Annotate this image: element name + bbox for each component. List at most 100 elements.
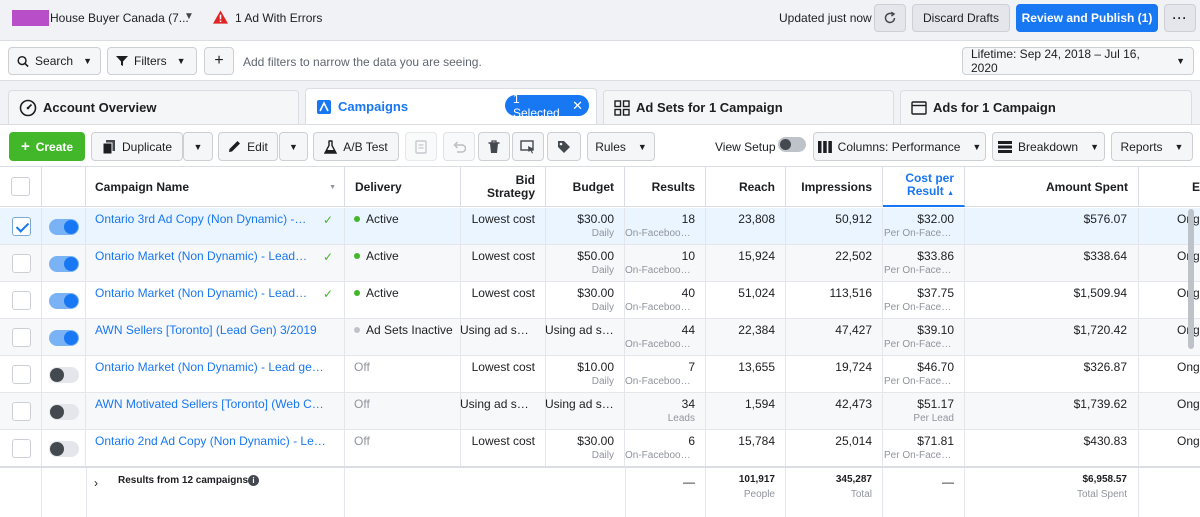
header-budget[interactable]: Budget — [546, 167, 625, 207]
info-icon[interactable]: i — [248, 475, 259, 486]
campaign-toggle[interactable] — [49, 404, 79, 420]
summary-spent: $6,958.57 — [1082, 474, 1128, 485]
more-options-button[interactable]: ··· — [1164, 4, 1196, 32]
table-row[interactable]: Ontario 3rd Ad Copy (Non Dynamic) - Lead… — [0, 208, 1200, 245]
header-ends[interactable]: E — [1139, 167, 1200, 207]
vertical-scrollbar[interactable] — [1188, 209, 1194, 349]
campaign-name-link[interactable]: Ontario Market (Non Dynamic) - Lead gen — [95, 249, 309, 263]
row-checkbox[interactable] — [12, 402, 31, 421]
reports-label: Reports — [1120, 139, 1163, 154]
row-checkbox[interactable] — [12, 439, 31, 458]
row-checkbox[interactable] — [12, 328, 31, 347]
chevron-down-icon: ▼ — [637, 141, 647, 152]
row-checkbox[interactable] — [12, 365, 31, 384]
row-checkbox[interactable] — [12, 254, 31, 273]
row-toggle-cell — [42, 356, 86, 393]
campaign-name-link[interactable]: Ontario Market (Non Dynamic) - Lead gene… — [95, 360, 327, 374]
rules-button[interactable]: Rules ▼ — [587, 132, 655, 161]
export-button[interactable] — [405, 132, 437, 161]
campaign-toggle[interactable] — [49, 293, 79, 309]
create-button[interactable]: + Create — [9, 132, 85, 161]
undo-icon — [453, 140, 466, 153]
impressions-value: 25,014 — [835, 434, 872, 448]
campaign-name-link[interactable]: AWN Motivated Sellers [Toronto] (Web Con… — [95, 397, 327, 411]
row-spent-cell: $1,720.42 — [965, 319, 1139, 356]
tag-button[interactable] — [547, 132, 581, 161]
selected-count-badge[interactable]: 1 Selected ✕ — [505, 92, 589, 120]
table-row[interactable]: AWN Motivated Sellers [Toronto] (Web Con… — [0, 393, 1200, 430]
ad-errors-link[interactable]: 1 Ad With Errors — [235, 11, 322, 25]
account-name[interactable]: House Buyer Canada (7... — [50, 11, 189, 25]
date-range-button[interactable]: Lifetime: Sep 24, 2018 – Jul 16, 2020 ▼ — [962, 47, 1194, 75]
cpr-sub: Per On-Facebook Lead — [884, 339, 954, 350]
campaign-name-link[interactable]: Ontario 2nd Ad Copy (Non Dynamic) - Lead… — [95, 434, 327, 448]
header-impressions[interactable]: Impressions — [786, 167, 883, 207]
discard-drafts-button[interactable]: Discard Drafts — [912, 4, 1010, 32]
table-row[interactable]: Ontario 2nd Ad Copy (Non Dynamic) - Lead… — [0, 430, 1200, 467]
row-checkbox[interactable] — [12, 217, 31, 236]
duplicate-label: Duplicate — [121, 139, 173, 154]
review-publish-button[interactable]: Review and Publish (1) — [1016, 4, 1158, 32]
preview-button[interactable] — [512, 132, 544, 161]
row-reach-cell: 1,594 — [706, 393, 786, 430]
campaign-name-link[interactable]: AWN Sellers [Toronto] (Lead Gen) 3/2019 — [95, 323, 327, 337]
chevron-down-icon[interactable]: ▼ — [184, 11, 194, 22]
summary-reach-cell: 101,917 People — [706, 468, 786, 517]
header-campaign-name[interactable]: Campaign Name ▼ — [86, 167, 345, 207]
duplicate-button[interactable]: Duplicate — [91, 132, 183, 161]
campaign-toggle[interactable] — [49, 219, 79, 235]
impressions-value: 42,473 — [835, 397, 872, 411]
row-name-cell: Ontario Market (Non Dynamic) - Lead gen ✓ — [86, 282, 345, 319]
status-dot — [354, 216, 360, 222]
header-reach[interactable]: Reach — [706, 167, 786, 207]
reports-button[interactable]: Reports ▼ — [1111, 132, 1193, 161]
chevron-down-icon: ▼ — [972, 141, 982, 152]
breakdown-icon — [998, 140, 1013, 153]
tab-account-overview[interactable]: Account Overview — [8, 90, 299, 124]
bid-strategy: Lowest cost — [471, 212, 535, 226]
document-icon — [415, 139, 427, 154]
edit-dropdown[interactable]: ▼ — [279, 132, 308, 161]
tab-ads[interactable]: Ads for 1 Campaign — [900, 90, 1192, 124]
campaign-name-link[interactable]: Ontario Market (Non Dynamic) - Lead gen — [95, 286, 309, 300]
summary-name-cell: › Results from 12 campaigns i — [86, 468, 345, 517]
reach-value: 13,655 — [738, 360, 775, 374]
search-button[interactable]: Search ▼ — [8, 47, 101, 75]
header-cost-per-result[interactable]: Cost per Result ▲ — [883, 167, 965, 207]
table-row[interactable]: Ontario Market (Non Dynamic) - Lead gen ✓… — [0, 282, 1200, 319]
tab-ad-sets[interactable]: Ad Sets for 1 Campaign — [603, 90, 894, 124]
chevron-down-icon: ▼ — [1090, 141, 1099, 152]
select-all-checkbox[interactable] — [11, 177, 30, 196]
chevron-right-icon[interactable]: › — [94, 476, 98, 490]
row-impressions-cell: 50,912 — [786, 208, 883, 245]
header-delivery[interactable]: Delivery — [345, 167, 461, 207]
campaign-toggle[interactable] — [49, 330, 79, 346]
table-row[interactable]: AWN Sellers [Toronto] (Lead Gen) 3/2019 A… — [0, 319, 1200, 356]
cpr-sub: Per Lead — [913, 413, 954, 424]
refresh-button[interactable] — [874, 4, 906, 32]
edit-button[interactable]: Edit — [218, 132, 278, 161]
campaign-toggle[interactable] — [49, 256, 79, 272]
ab-test-button[interactable]: A/B Test — [313, 132, 399, 161]
undo-button[interactable] — [443, 132, 475, 161]
filter-input[interactable]: Add filters to narrow the data you are s… — [243, 55, 482, 69]
header-results[interactable]: Results — [625, 167, 706, 207]
row-cpr-cell: $51.17 Per Lead — [883, 393, 965, 430]
duplicate-dropdown[interactable]: ▼ — [183, 132, 213, 161]
row-checkbox[interactable] — [12, 291, 31, 310]
campaign-name-link[interactable]: Ontario 3rd Ad Copy (Non Dynamic) - Lead… — [95, 212, 309, 226]
delivery-label: Active — [366, 286, 399, 300]
table-row[interactable]: Ontario Market (Non Dynamic) - Lead gen ✓… — [0, 245, 1200, 282]
delete-button[interactable] — [478, 132, 510, 161]
header-bid-strategy[interactable]: Bid Strategy — [461, 167, 546, 207]
filters-button[interactable]: Filters ▼ — [107, 47, 197, 75]
header-amount-spent[interactable]: Amount Spent — [965, 167, 1139, 207]
close-icon[interactable]: ✕ — [572, 98, 583, 114]
add-filter-button[interactable]: + — [204, 47, 234, 75]
columns-button[interactable]: Columns: Performance ▼ — [813, 132, 986, 161]
account-color-swatch — [12, 10, 49, 26]
table-row[interactable]: Ontario Market (Non Dynamic) - Lead gene… — [0, 356, 1200, 393]
campaign-toggle[interactable] — [49, 441, 79, 457]
breakdown-button[interactable]: Breakdown ▼ — [992, 132, 1105, 161]
campaign-toggle[interactable] — [49, 367, 79, 383]
